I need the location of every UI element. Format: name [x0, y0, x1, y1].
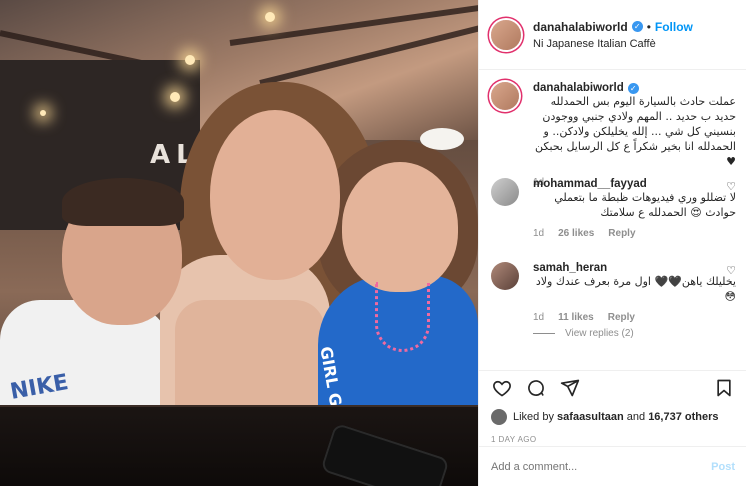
comment-like-heart-icon[interactable]: ♡: [726, 180, 736, 193]
liked-by-prefix: Liked by: [513, 411, 554, 423]
comment-text: يخليلك ياهن🖤🖤 اول مرة بعرف عندك ولاد 😳: [535, 275, 736, 303]
ceiling-lamp: [185, 55, 195, 65]
view-replies-label: View replies (2): [565, 328, 634, 339]
verified-badge-icon: ✓: [631, 21, 643, 32]
post-sidebar: danahalabiworld ✓ • Follow Ni Japanese I…: [478, 0, 746, 486]
comment-input[interactable]: [491, 460, 712, 473]
commenter-avatar[interactable]: [491, 262, 519, 290]
liked-by-user[interactable]: safaasultaan: [557, 411, 624, 423]
follow-button[interactable]: Follow: [655, 20, 693, 34]
separator-dot: •: [646, 19, 651, 34]
post-location[interactable]: Ni Japanese Italian Caffè: [533, 38, 693, 50]
comment-time: 1d: [533, 312, 545, 323]
liked-by: Liked by safaasultaan and 16,737 others: [491, 409, 735, 425]
comment-likes[interactable]: 26 likes: [558, 228, 594, 239]
woman-top: [175, 300, 325, 415]
ceiling-lamp: [170, 92, 180, 102]
reply-button[interactable]: Reply: [608, 312, 635, 323]
action-icons: [491, 373, 735, 403]
bookmark-icon[interactable]: [713, 377, 735, 399]
add-comment-bar: Post: [479, 446, 746, 486]
liker-avatar[interactable]: [491, 409, 507, 425]
comment-item: samah_heran يخليلك ياهن🖤🖤 اول مرة بعرف ع…: [491, 262, 736, 323]
comment-body: mohammad__fayyad لا تضللو وري فيديوهات ظ…: [533, 178, 736, 239]
comment-body: samah_heran يخليلك ياهن🖤🖤 اول مرة بعرف ع…: [533, 262, 736, 323]
comment-username[interactable]: mohammad__fayyad: [533, 178, 736, 190]
ceiling-lamp: [265, 12, 275, 22]
post-comment-button[interactable]: Post: [711, 461, 735, 473]
replies-line: [533, 333, 555, 334]
comment-icon[interactable]: [525, 377, 547, 399]
comment-likes[interactable]: 11 likes: [558, 312, 594, 323]
heart-icon[interactable]: [491, 377, 513, 399]
author-avatar[interactable]: [491, 19, 521, 50]
caption-author-row: danahalabiworld ✓: [533, 82, 736, 94]
post-timestamp[interactable]: 1 DAY AGO: [491, 435, 735, 444]
hair-bow: [420, 128, 464, 150]
comment-username[interactable]: samah_heran: [533, 262, 736, 274]
post-header: danahalabiworld ✓ • Follow Ni Japanese I…: [479, 0, 746, 70]
comment-meta: 1d 11 likes Reply: [533, 312, 736, 323]
commenter-avatar[interactable]: [491, 178, 519, 206]
caption-text: عملت حادث بالسيارة اليوم بس الحمدلله حدي…: [535, 95, 736, 168]
view-replies-button[interactable]: View replies (2): [533, 328, 634, 339]
boy-hair: [62, 178, 184, 226]
ceiling-lamp: [40, 110, 46, 116]
post-photo[interactable]: ALAD NIKE GIRL GANG: [0, 0, 478, 486]
woman-face: [210, 110, 340, 280]
caption-author-avatar[interactable]: [491, 82, 519, 110]
liked-by-middle: and: [626, 411, 646, 423]
caption-body: danahalabiworld ✓ عملت حادث بالسيارة الي…: [533, 82, 736, 188]
author-username[interactable]: danahalabiworld: [533, 20, 628, 34]
share-icon[interactable]: [559, 377, 581, 399]
post-actions: Liked by safaasultaan and 16,737 others …: [479, 370, 746, 444]
comment-like-heart-icon[interactable]: ♡: [726, 264, 736, 277]
pink-necklace: [375, 282, 430, 352]
author-row: danahalabiworld ✓ • Follow: [533, 20, 693, 34]
girl-face: [342, 162, 458, 292]
comment-item: mohammad__fayyad لا تضللو وري فيديوهات ظ…: [491, 178, 736, 239]
liked-by-others[interactable]: 16,737 others: [648, 411, 718, 423]
comment-meta: 1d 26 likes Reply: [533, 228, 736, 239]
author-info: danahalabiworld ✓ • Follow Ni Japanese I…: [533, 20, 693, 50]
comment-text: لا تضللو وري فيديوهات ظبطة ما بتعملي حوا…: [554, 191, 736, 219]
caption: danahalabiworld ✓ عملت حادث بالسيارة الي…: [491, 82, 736, 188]
caption-username[interactable]: danahalabiworld: [533, 82, 624, 94]
comments-list[interactable]: danahalabiworld ✓ عملت حادث بالسيارة الي…: [479, 70, 746, 370]
reply-button[interactable]: Reply: [608, 228, 635, 239]
comment-time: 1d: [533, 228, 545, 239]
verified-badge-icon: ✓: [627, 82, 639, 94]
